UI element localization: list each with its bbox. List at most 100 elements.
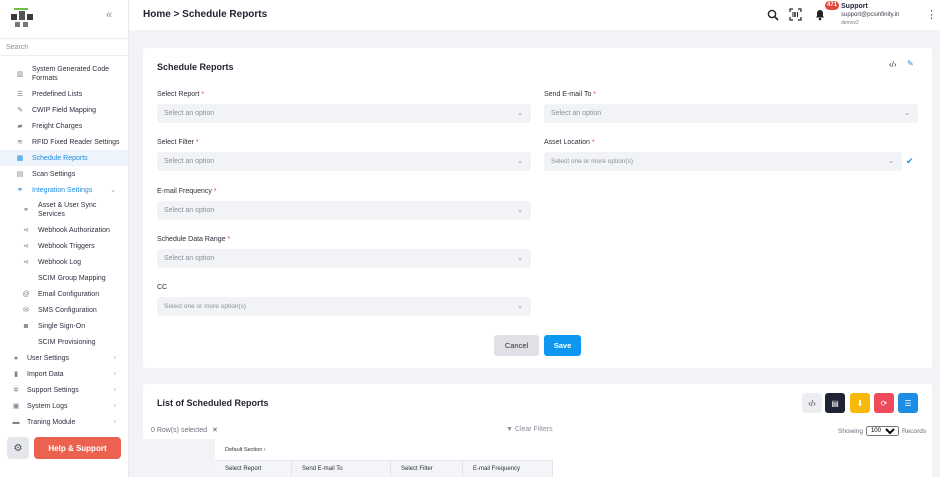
column-header-select-report[interactable]: Select Report <box>215 461 292 477</box>
chevron-right-icon: › <box>113 418 116 426</box>
export-pdf-button[interactable]: ▤ <box>825 393 845 413</box>
download-button[interactable]: ⬇ <box>850 393 870 413</box>
select-report-label: Select Report * <box>157 91 205 98</box>
sidebar-item-support-settings[interactable]: ✲ Support Settings › <box>0 382 128 398</box>
users-icon: ● <box>13 354 19 362</box>
sidebar-item-system-generated-code-formats[interactable]: ▥ System Generated Code Formats <box>0 62 128 86</box>
log-icon: ▣ <box>12 402 20 410</box>
sidebar-item-rfid-fixed-reader-settings[interactable]: ≋ RFID Fixed Reader Settings <box>0 134 128 150</box>
bell-icon[interactable] <box>812 7 827 22</box>
column-list-button[interactable]: ☰ <box>898 393 918 413</box>
section-label: Default Section ‹ <box>225 447 266 453</box>
cogs-icon: ✲ <box>13 386 19 394</box>
notification-count-badge: 471 <box>825 1 840 10</box>
wifi-icon: ≋ <box>17 138 23 146</box>
asset-location-multiselect[interactable]: Select one or more option(s) ⌄ <box>544 152 902 171</box>
chevron-right-icon: › <box>113 370 116 378</box>
send-email-to-label: Send E-mail To * <box>544 91 597 98</box>
chevron-down-icon: ⌄ <box>888 158 894 165</box>
user-name[interactable]: Support <box>841 3 868 10</box>
share-icon: ⋖ <box>23 242 29 250</box>
chevron-down-icon: ⌄ <box>904 110 910 117</box>
sidebar-search-input[interactable] <box>0 38 128 56</box>
scan-icon: ▤ <box>16 170 24 178</box>
file-icon: ▤ <box>831 398 839 408</box>
sidebar-item-import-data[interactable]: ▮ Import Data › <box>0 366 128 382</box>
sidebar-item-scan-settings[interactable]: ▤ Scan Settings <box>0 166 128 182</box>
chevron-down-icon: ⌄ <box>517 158 523 165</box>
sidebar-subitem-email-configuration[interactable]: @ Email Configuration <box>0 286 128 302</box>
refresh-button[interactable]: ⟳ <box>874 393 894 413</box>
truck-icon: ▰ <box>17 122 23 130</box>
schedule-data-range-dropdown[interactable]: Select an option ⌄ <box>157 249 531 268</box>
select-report-dropdown[interactable]: Select an option ⌄ <box>157 104 531 123</box>
blank-icon <box>22 274 30 282</box>
sidebar-item-schedule-reports[interactable]: ▦ Schedule Reports <box>0 150 128 166</box>
email-frequency-dropdown[interactable]: Select an option ⌄ <box>157 201 531 220</box>
sidebar-subitem-scim-provisioning[interactable]: SCIM Provisioning <box>0 334 128 350</box>
sidebar-item-predefined-lists[interactable]: ☰ Predefined Lists <box>0 86 128 102</box>
share-icon: ⋖ <box>23 226 29 234</box>
cancel-button[interactable]: Cancel <box>494 335 539 356</box>
cc-multiselect[interactable]: Select one or more option(s) ⌄ <box>157 297 531 316</box>
sidebar-subitem-webhook-log[interactable]: ⋖ Webhook Log <box>0 254 128 270</box>
edit-pencil-icon[interactable]: ✎ <box>907 59 914 68</box>
sidebar-subitem-webhook-authorization[interactable]: ⋖ Webhook Authorization <box>0 222 128 238</box>
column-header-send-email-to[interactable]: Send E-mail To <box>292 461 391 477</box>
download-icon: ⬇ <box>856 398 864 408</box>
sidebar-subitem-single-sign-on[interactable]: ◙ Single Sign-On <box>0 318 128 334</box>
list-icon: ☰ <box>904 398 912 408</box>
chevron-left-icon[interactable]: ‹ <box>264 447 266 453</box>
filter-icon: ▼ <box>506 426 513 433</box>
sidebar-menu: ▥ System Generated Code Formats ☰ Predef… <box>0 62 128 430</box>
save-button[interactable]: Save <box>544 335 581 356</box>
file-icon: ▮ <box>14 370 18 378</box>
sidebar-item-freight-charges[interactable]: ▰ Freight Charges <box>0 118 128 134</box>
barcode-scan-icon[interactable] <box>788 7 803 22</box>
sidebar: « ▥ System Generated Code Formats ☰ Pred… <box>0 0 129 477</box>
collapse-sidebar-icon[interactable]: « <box>106 9 112 21</box>
sidebar-item-integration-settings[interactable]: ⚭ Integration Settings ⌄ <box>0 182 128 198</box>
sidebar-subitem-scim-group-mapping[interactable]: SCIM Group Mapping <box>0 270 128 286</box>
clear-selection-icon[interactable]: ✕ <box>212 427 218 434</box>
column-header-select-filter[interactable]: Select Filter <box>391 461 463 477</box>
cc-label: CC <box>157 284 168 291</box>
schedule-reports-form: Schedule Reports ‹/› ✎ Select Report * S… <box>143 48 932 368</box>
sidebar-subitem-sms-configuration[interactable]: ✉ SMS Configuration <box>0 302 128 318</box>
asset-location-label: Asset Location * <box>544 139 595 146</box>
top-header: Home > Schedule Reports 471 Support supp… <box>129 0 940 30</box>
company-logo[interactable] <box>11 8 33 30</box>
page-size-select[interactable]: 100 <box>865 426 899 436</box>
confirm-check-icon[interactable]: ✔ <box>906 156 914 167</box>
help-support-button[interactable]: Help & Support <box>34 437 121 459</box>
sidebar-item-system-logs[interactable]: ▣ System Logs › <box>0 398 128 414</box>
scheduled-reports-list: List of Scheduled Reports ‹/› ▤ ⬇ ⟳ ☰ 0 … <box>143 384 932 477</box>
sidebar-subitem-asset-user-sync[interactable]: ⚭ Asset & User Sync Services <box>0 198 128 222</box>
user-tenant: demov2 <box>841 20 859 26</box>
calendar-icon: ▦ <box>16 154 24 162</box>
pencil-icon: ✎ <box>17 106 23 114</box>
email-frequency-label: E-mail Frequency * <box>157 188 217 195</box>
page-size-control: Showing 100 Records <box>838 426 926 436</box>
select-filter-dropdown[interactable]: Select an option ⌄ <box>157 152 531 171</box>
code-view-button[interactable]: ‹/› <box>802 393 822 413</box>
form-title: Schedule Reports <box>157 62 234 72</box>
column-header-email-frequency[interactable]: E-mail Frequency <box>463 461 553 477</box>
book-icon: ▬ <box>12 418 20 426</box>
settings-gear-button[interactable]: ⚙ <box>7 437 29 459</box>
sidebar-item-user-settings[interactable]: ● User Settings › <box>0 350 128 366</box>
sidebar-subitem-webhook-triggers[interactable]: ⋖ Webhook Triggers <box>0 238 128 254</box>
clear-filters-button[interactable]: ▼ Clear Filters <box>506 426 553 433</box>
send-email-to-dropdown[interactable]: Select an option ⌄ <box>544 104 918 123</box>
more-options-icon[interactable]: ⋮ <box>926 8 937 21</box>
chevron-right-icon: › <box>113 402 116 410</box>
sidebar-item-traning-module[interactable]: ▬ Traning Module › <box>0 414 128 430</box>
blank-icon <box>22 338 30 346</box>
chevron-down-icon: ⌄ <box>110 187 116 194</box>
user-email: support@pcsinfinity.in <box>841 12 900 18</box>
search-icon[interactable] <box>765 7 780 22</box>
sidebar-item-cwip-field-mapping[interactable]: ✎ CWIP Field Mapping <box>0 102 128 118</box>
refresh-icon: ⟳ <box>880 398 888 408</box>
code-icon[interactable]: ‹/› <box>889 60 897 69</box>
share-icon: ⋖ <box>23 258 29 266</box>
